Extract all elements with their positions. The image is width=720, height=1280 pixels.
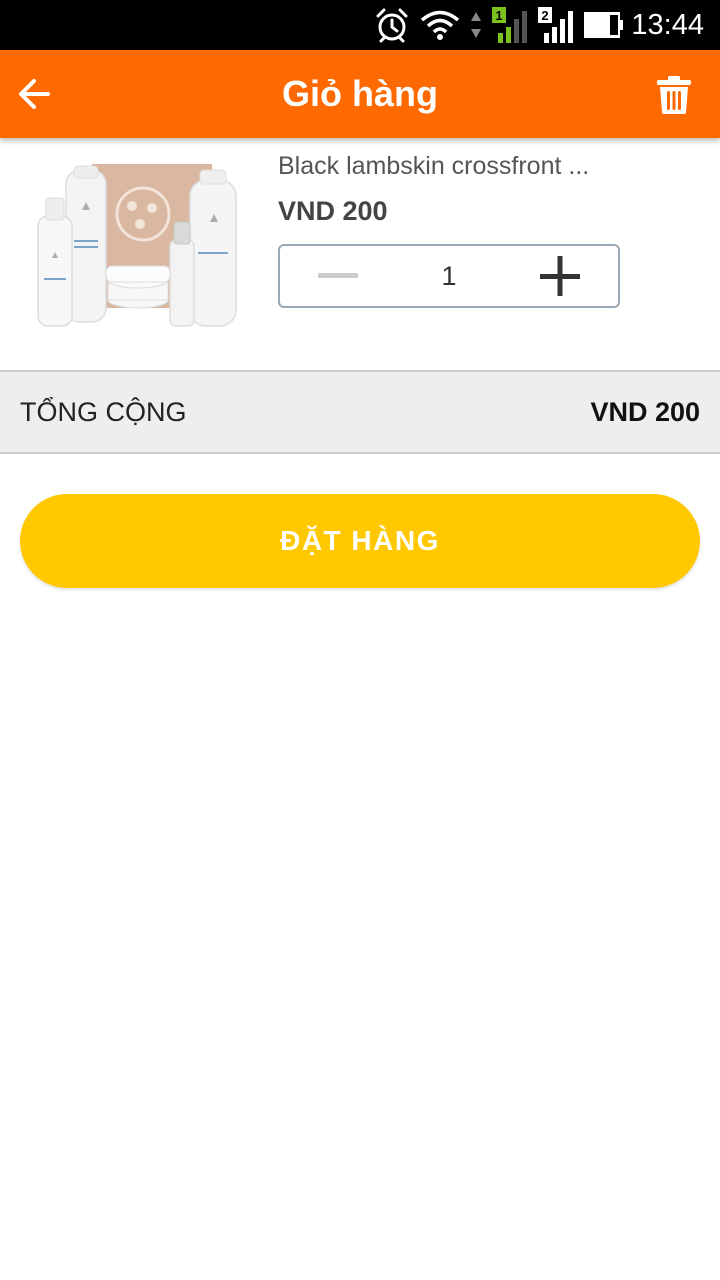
sim2-label: 2 [541,8,548,23]
minus-icon [318,273,358,278]
plus-icon [540,256,580,296]
alarm-icon [376,8,408,43]
page-title: Giỏ hàng [282,73,438,114]
decrease-quantity-button[interactable] [300,256,376,296]
sim1-label: 1 [495,8,502,23]
product-image[interactable] [30,158,245,338]
signal-sim2-icon: 2 [538,7,573,43]
total-value: VND 200 [590,397,700,427]
status-time: 13:44 [631,9,704,41]
increase-quantity-button[interactable] [522,253,598,299]
total-row: TỔNG CỘNG VND 200 [0,370,720,454]
status-icons: 1 2 [374,0,624,50]
quantity-stepper: 1 [278,244,620,308]
place-order-button[interactable]: ĐẶT HÀNG [20,494,700,588]
item-name[interactable]: Black lambskin crossfront ... [278,152,698,181]
wifi-icon [420,10,460,40]
delete-cart-button[interactable] [654,74,694,116]
item-price: VND 200 [278,196,388,226]
app-bar: Giỏ hàng [0,50,720,138]
cart-item: Black lambskin crossfront ... VND 200 1 [0,138,720,370]
battery-icon [584,12,623,38]
quantity-value: 1 [441,261,457,291]
signal-sim1-icon: 1 [492,7,527,43]
data-arrows-icon [471,12,481,38]
total-label: TỔNG CỘNG [20,397,187,427]
status-bar: 1 2 13:44 [0,0,720,50]
trash-icon [657,76,691,114]
